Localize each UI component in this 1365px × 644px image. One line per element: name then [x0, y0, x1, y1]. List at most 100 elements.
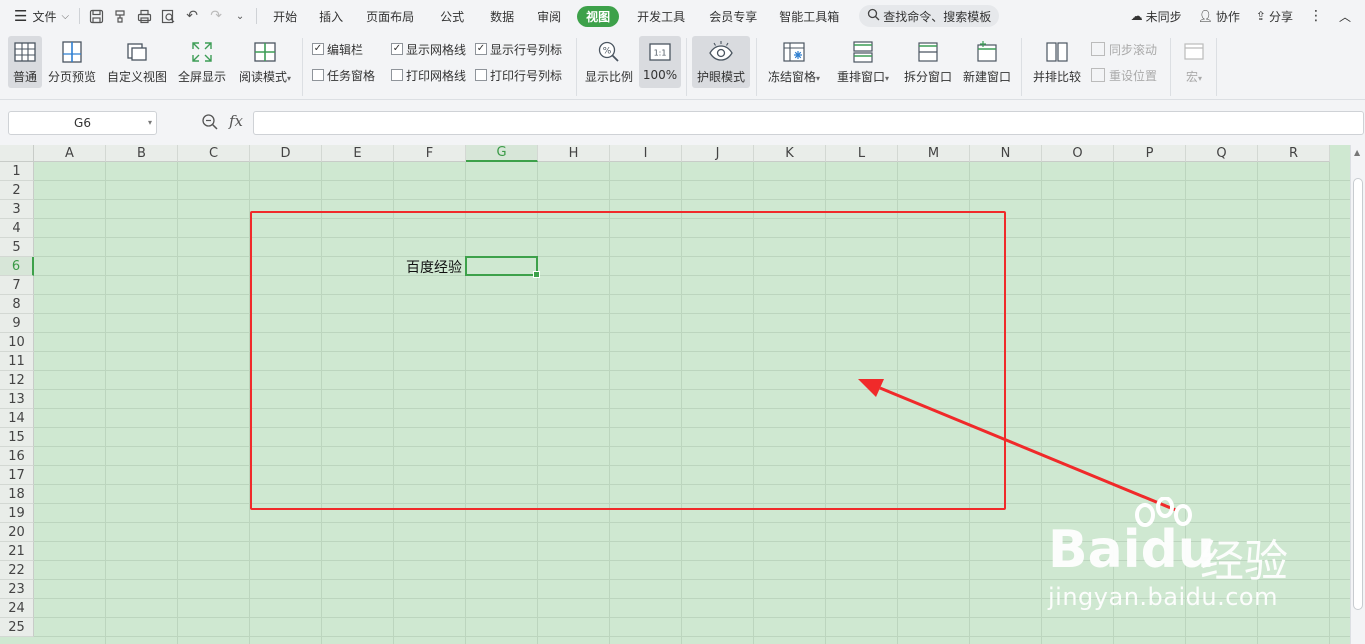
- vertical-scrollbar[interactable]: ▲: [1350, 145, 1365, 644]
- unchecked-icon: [475, 69, 487, 81]
- macro-text: 宏: [1185, 70, 1198, 84]
- collaborate-button[interactable]: 👤︎ 协作: [1190, 0, 1248, 32]
- more-icon[interactable]: ⋮: [1301, 0, 1331, 32]
- custom-view-button[interactable]: 自定义视图: [106, 36, 168, 88]
- tab-developer[interactable]: 开发工具: [625, 0, 697, 32]
- divider: [256, 8, 258, 24]
- share-label: 分享: [1268, 9, 1293, 24]
- tab-member[interactable]: 会员专享: [697, 0, 769, 32]
- insert-function-icon[interactable]: fx: [229, 112, 243, 130]
- arrange-windows-label: 重排窗口▾: [837, 68, 889, 85]
- svg-text:1:1: 1:1: [654, 49, 667, 58]
- name-box[interactable]: G6 ▾: [8, 111, 157, 135]
- new-window-button[interactable]: 新建窗口: [961, 36, 1013, 88]
- scroll-up-icon[interactable]: ▲: [1354, 148, 1360, 157]
- share-button[interactable]: ⇪ 分享: [1248, 0, 1301, 32]
- fullscreen-button[interactable]: 全屏显示: [176, 36, 228, 88]
- print-gridlines-checkbox[interactable]: 打印网格线: [391, 66, 466, 84]
- eye-protection-button[interactable]: 护眼模式: [692, 36, 750, 88]
- custom-view-icon: [124, 39, 150, 65]
- search-placeholder: 查找命令、搜索模板: [883, 9, 992, 24]
- sync-scroll-icon: [1091, 42, 1105, 56]
- split-window-button[interactable]: 拆分窗口: [902, 36, 954, 88]
- tab-label: 开发工具: [637, 9, 686, 24]
- print-gridlines-label: 打印网格线: [406, 68, 467, 83]
- zoom-icon[interactable]: [201, 113, 219, 131]
- arrange-icon: [850, 39, 876, 65]
- new-window-label: 新建窗口: [962, 70, 1011, 84]
- undo-icon[interactable]: ↶: [180, 0, 204, 32]
- user-icon: 👤︎: [1197, 9, 1213, 23]
- command-search-input[interactable]: 查找命令、搜索模板: [859, 5, 1000, 27]
- divider: [1021, 38, 1022, 96]
- print-preview-icon[interactable]: [156, 0, 180, 32]
- zoom-button[interactable]: % 显示比例: [584, 36, 634, 88]
- freeze-panes-button[interactable]: 冻结窗格▾: [764, 36, 824, 88]
- watermark-brand: Baidu: [1048, 520, 1215, 580]
- tab-label: 智能工具箱: [779, 9, 840, 24]
- checked-icon: ✓: [391, 43, 403, 55]
- tab-smart-toolbox[interactable]: 智能工具箱: [769, 0, 849, 32]
- divider: [302, 38, 303, 96]
- customize-toolbar-icon[interactable]: ⌄: [228, 0, 252, 32]
- file-menu[interactable]: ☰ 文件 ⌵: [0, 0, 75, 32]
- watermark-url: jingyan.baidu.com: [1048, 583, 1278, 611]
- arrange-windows-button[interactable]: 重排窗口▾: [833, 36, 893, 88]
- normal-view-button[interactable]: 普通: [8, 36, 42, 88]
- print-headers-checkbox[interactable]: 打印行号列标: [475, 66, 562, 84]
- grid-icon: [12, 39, 38, 65]
- reading-mode-label: 阅读模式▾: [239, 68, 291, 85]
- sync-scroll-label: 同步滚动: [1109, 42, 1158, 57]
- checked-icon: ✓: [475, 43, 487, 55]
- formula-input[interactable]: [253, 111, 1364, 135]
- tab-review[interactable]: 审阅: [527, 0, 571, 32]
- task-pane-label: 任务窗格: [327, 68, 376, 83]
- collapse-ribbon-icon[interactable]: ︿: [1331, 0, 1365, 32]
- tab-insert[interactable]: 插入: [309, 0, 353, 32]
- tab-data[interactable]: 数据: [477, 0, 527, 32]
- tab-view[interactable]: 视图: [571, 0, 625, 32]
- sync-status-button[interactable]: ☁ 未同步: [1123, 0, 1190, 32]
- tab-label: 会员专享: [709, 9, 758, 24]
- spreadsheet-app: ☰ 文件 ⌵ ↶ ↷ ⌄ 开始 插入 页面布局 公式 数据 审阅 视图 开发工具…: [0, 0, 1365, 644]
- menu-bar: ☰ 文件 ⌵ ↶ ↷ ⌄ 开始 插入 页面布局 公式 数据 审阅 视图 开发工具…: [0, 0, 1365, 32]
- task-pane-checkbox[interactable]: 任务窗格: [312, 66, 375, 84]
- zoom-percent-icon: %: [596, 39, 622, 65]
- print-icon[interactable]: [132, 0, 156, 32]
- scrollbar-thumb[interactable]: [1353, 178, 1363, 610]
- format-painter-icon[interactable]: [108, 0, 132, 32]
- tab-page-layout[interactable]: 页面布局: [353, 0, 427, 32]
- reset-position-icon: [1091, 68, 1105, 82]
- redo-icon[interactable]: ↷: [204, 0, 228, 32]
- fullscreen-label: 全屏显示: [177, 70, 226, 84]
- reading-mode-text: 阅读模式: [238, 70, 287, 84]
- divider: [1170, 38, 1171, 96]
- reset-position-button[interactable]: 重设位置: [1091, 66, 1157, 84]
- reading-mode-button[interactable]: 阅读模式▾: [236, 36, 294, 88]
- show-gridlines-checkbox[interactable]: ✓ 显示网格线: [391, 40, 466, 58]
- freeze-icon: [781, 39, 807, 65]
- side-by-side-icon: [1044, 39, 1070, 65]
- show-headers-label: 显示行号列标: [490, 42, 563, 57]
- dropdown-arrow-icon: ▾: [287, 74, 292, 83]
- side-by-side-button[interactable]: 并排比较: [1030, 36, 1084, 88]
- tab-home[interactable]: 开始: [261, 0, 309, 32]
- reset-position-label: 重设位置: [1109, 68, 1158, 83]
- page-break-preview-button[interactable]: 分页预览: [46, 36, 98, 88]
- zoom-label: 显示比例: [584, 70, 633, 84]
- eye-protection-label: 护眼模式: [696, 70, 745, 84]
- macro-button[interactable]: 宏▾: [1178, 36, 1210, 88]
- divider: [576, 38, 577, 96]
- search-icon: [867, 8, 880, 24]
- normal-view-label: 普通: [12, 70, 37, 84]
- tab-formulas[interactable]: 公式: [427, 0, 477, 32]
- edit-bar-checkbox[interactable]: ✓ 编辑栏: [312, 40, 363, 58]
- show-headers-checkbox[interactable]: ✓ 显示行号列标: [475, 40, 562, 58]
- zoom-100-button[interactable]: 1:1 100%: [639, 36, 681, 88]
- unchecked-icon: [312, 69, 324, 81]
- save-icon[interactable]: [84, 0, 108, 32]
- tab-label: 数据: [490, 9, 515, 24]
- sync-scroll-button[interactable]: 同步滚动: [1091, 40, 1157, 58]
- cloud-icon: ☁: [1130, 9, 1143, 23]
- ribbon-view: 普通 分页预览 自定义视图 全屏显示 阅读模式▾ ✓ 编辑栏 任务窗格 ✓ 显示…: [0, 32, 1365, 100]
